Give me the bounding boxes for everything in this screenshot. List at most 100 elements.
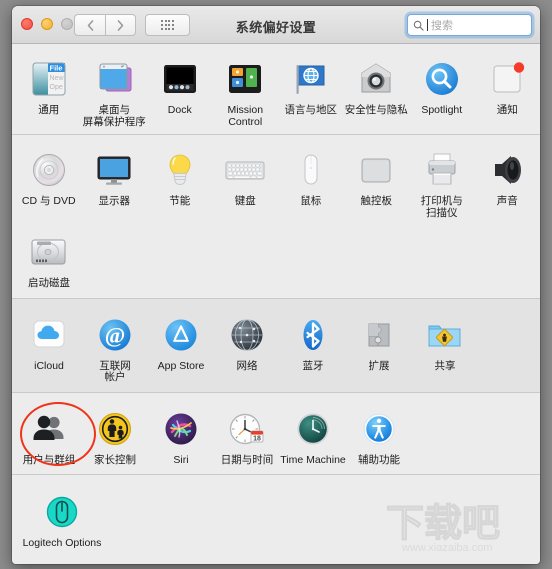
pref-startup-disk[interactable]: 启动磁盘: [16, 221, 82, 290]
search-placeholder: 搜索: [431, 20, 453, 32]
language-region-icon: [278, 56, 344, 102]
pref-label: iCloud: [34, 359, 64, 372]
pref-displays[interactable]: 显示器: [82, 139, 148, 219]
pref-desktop-screensaver[interactable]: 桌面与 屏幕保护程序: [82, 48, 148, 128]
pref-label: Logitech Options: [22, 537, 102, 549]
pref-label: 互联网 帐户: [99, 359, 131, 383]
pref-internet-accounts[interactable]: @ 互联网 帐户: [82, 304, 148, 384]
pref-label: 扩展: [368, 359, 390, 372]
pref-label: 蓝牙: [302, 359, 324, 372]
pref-cd-dvd[interactable]: CD 与 DVD: [16, 139, 82, 219]
logitech-options-icon: [16, 489, 108, 535]
pref-users-groups[interactable]: 用户与群组: [16, 398, 96, 467]
svg-text:Ope: Ope: [49, 84, 62, 91]
pref-network[interactable]: 网络: [214, 304, 280, 384]
accessibility-icon: [346, 406, 412, 452]
pref-label: Siri: [173, 453, 189, 466]
pref-row: CD 与 DVD 显示器 节能 键盘 鼠标 触控板 打印机与 扫描仪 声音: [12, 139, 540, 219]
pref-label: 网络: [236, 359, 258, 372]
mouse-icon: [278, 147, 344, 193]
pref-general[interactable]: File New Ope 通用: [16, 48, 82, 128]
extensions-icon: [346, 312, 412, 358]
parental-controls-icon: [82, 406, 148, 452]
trackpad-icon: [344, 147, 410, 193]
pref-label: 键盘: [234, 195, 256, 207]
pref-row: File New Ope 通用 桌面与 屏幕保护程序 Dock Mission …: [12, 48, 540, 128]
network-icon: [214, 312, 280, 358]
bluetooth-icon: [280, 312, 346, 358]
sharing-icon: [412, 312, 478, 358]
spotlight-icon: [409, 56, 475, 102]
pref-parental-controls[interactable]: 家长控制: [82, 398, 148, 467]
pref-extensions[interactable]: 扩展: [346, 304, 412, 384]
svg-text:@: @: [105, 322, 125, 347]
pref-time-machine[interactable]: Time Machine: [280, 398, 346, 467]
section-hardware: CD 与 DVD 显示器 节能 键盘 鼠标 触控板 打印机与 扫描仪 声音 启动…: [12, 134, 540, 298]
pref-printers-scanners[interactable]: 打印机与 扫描仪: [409, 139, 475, 219]
pref-label: 安全性与隐私: [344, 104, 408, 116]
pref-keyboard[interactable]: 键盘: [213, 139, 279, 219]
pref-date-time[interactable]: 18 日期与时间: [214, 398, 280, 467]
users-groups-icon: [16, 406, 82, 452]
pref-notifications[interactable]: 通知: [475, 48, 541, 128]
pref-label: 日期与时间: [220, 453, 274, 466]
system-preferences-window: 系统偏好设置 搜索 File New Ope 通用 桌面与 屏幕保护程序 Doc…: [12, 6, 540, 564]
pref-bluetooth[interactable]: 蓝牙: [280, 304, 346, 384]
printers-scanners-icon: [409, 147, 475, 193]
pref-icloud[interactable]: iCloud: [16, 304, 82, 384]
pref-label: 家长控制: [94, 453, 136, 466]
date-time-icon: 18: [214, 406, 280, 452]
section-personal: File New Ope 通用 桌面与 屏幕保护程序 Dock Mission …: [12, 44, 540, 134]
pref-label: 触控板: [360, 195, 393, 207]
pref-language-region[interactable]: 语言与地区: [278, 48, 344, 128]
pref-energy-saver[interactable]: 节能: [147, 139, 213, 219]
pref-dock[interactable]: Dock: [147, 48, 213, 128]
pref-security-privacy[interactable]: 安全性与隐私: [344, 48, 410, 128]
dock-icon: [147, 56, 213, 102]
pref-label: 通用: [38, 104, 60, 116]
window-titlebar: 系统偏好设置 搜索: [12, 6, 540, 44]
keyboard-icon: [213, 147, 279, 193]
pref-label: 鼠标: [300, 195, 322, 207]
pref-app-store[interactable]: App Store: [148, 304, 214, 384]
pref-label: 节能: [169, 195, 191, 207]
pref-label: 桌面与 屏幕保护程序: [82, 104, 146, 128]
search-field[interactable]: 搜索: [407, 14, 532, 36]
general-icon: File New Ope: [16, 56, 82, 102]
pref-row: iCloud @ 互联网 帐户 App Store 网络 蓝牙 扩展 共享: [12, 304, 540, 384]
energy-saver-icon: [147, 147, 213, 193]
siri-icon: [148, 406, 214, 452]
pref-label: 共享: [434, 359, 456, 372]
pref-label: Time Machine: [280, 453, 346, 466]
mission-control-icon: [213, 56, 279, 102]
pref-mouse[interactable]: 鼠标: [278, 139, 344, 219]
search-icon: [413, 20, 424, 31]
pref-sharing[interactable]: 共享: [412, 304, 478, 384]
pref-siri[interactable]: Siri: [148, 398, 214, 467]
section-internet: iCloud @ 互联网 帐户 App Store 网络 蓝牙 扩展 共享: [12, 297, 540, 392]
pref-sound[interactable]: 声音: [475, 139, 541, 219]
pref-label: CD 与 DVD: [21, 195, 76, 207]
text-caret: [427, 19, 428, 31]
pref-label: 通知: [496, 104, 518, 116]
pref-row: 用户与群组 家长控制 Siri 18 日期与时间 Time Machine 辅助…: [12, 398, 540, 467]
pref-logitech-options[interactable]: Logitech Options: [16, 481, 108, 550]
pref-label: 声音: [496, 195, 518, 207]
time-machine-icon: [280, 406, 346, 452]
pref-label: 启动磁盘: [28, 277, 70, 289]
icloud-icon: [16, 312, 82, 358]
cd-dvd-icon: [16, 147, 82, 193]
pref-label: Dock: [167, 104, 192, 116]
pref-spotlight[interactable]: Spotlight: [409, 48, 475, 128]
pref-label: Mission Control: [227, 104, 264, 128]
pref-label: 打印机与 扫描仪: [420, 195, 463, 219]
pref-row: Logitech Options: [12, 481, 540, 550]
pref-accessibility[interactable]: 辅助功能: [346, 398, 412, 467]
section-system: 用户与群组 家长控制 Siri 18 日期与时间 Time Machine 辅助…: [12, 391, 540, 475]
pref-mission-control[interactable]: Mission Control: [213, 48, 279, 128]
pref-trackpad[interactable]: 触控板: [344, 139, 410, 219]
desktop-screensaver-icon: [82, 56, 148, 102]
sound-icon: [475, 147, 541, 193]
app-store-icon: [148, 312, 214, 358]
pref-label: 辅助功能: [358, 453, 400, 466]
